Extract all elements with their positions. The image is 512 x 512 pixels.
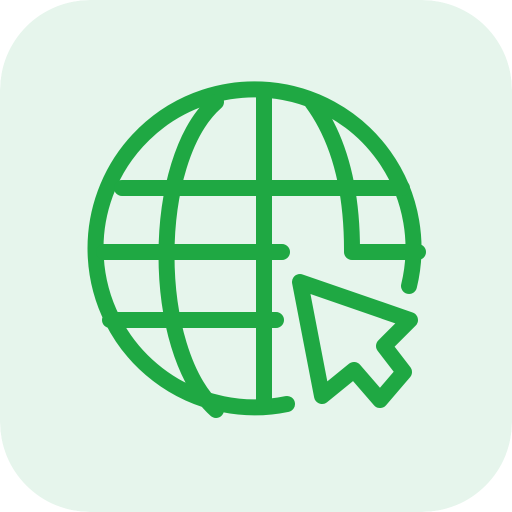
- app-icon-tile[interactable]: [0, 0, 512, 512]
- globe-with-cursor-icon: [0, 0, 512, 512]
